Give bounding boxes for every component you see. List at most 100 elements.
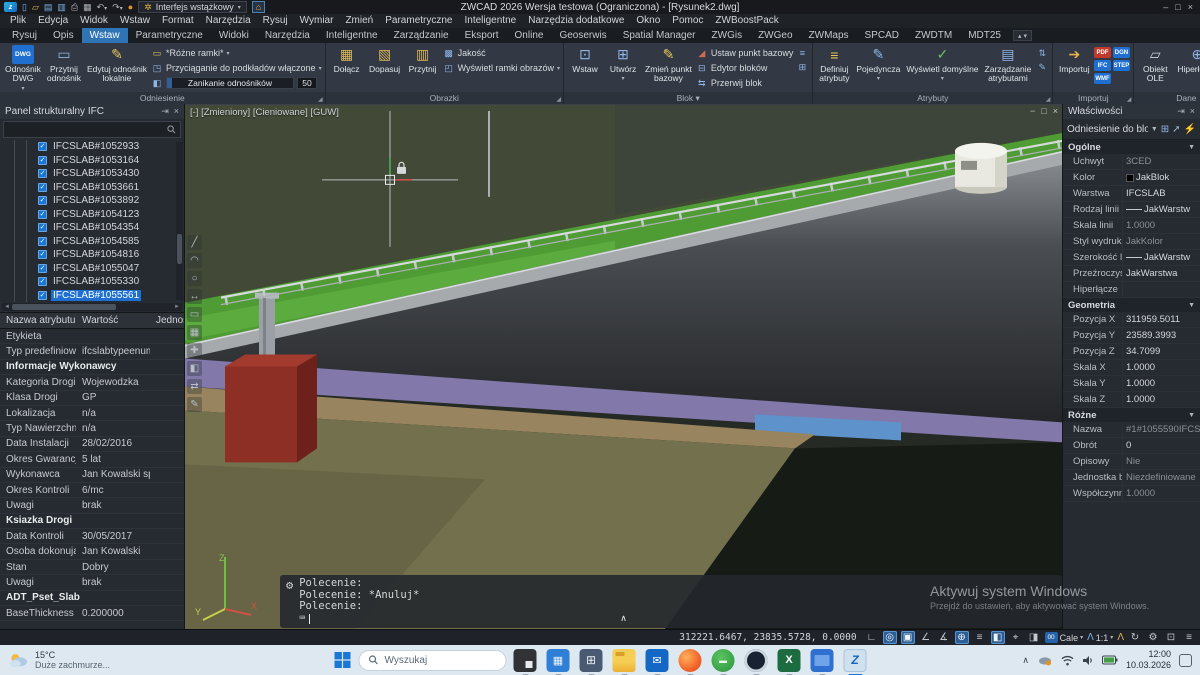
properties-section-og-lne[interactable]: Ogólne▼: [1063, 140, 1200, 154]
property-row-uchwyt[interactable]: Uchwyt3CED: [1063, 154, 1200, 170]
properties-section-r-ne[interactable]: Różne▼: [1063, 408, 1200, 422]
ribbon-row-edytor-blok-w[interactable]: Edytor bloków: [696, 61, 794, 75]
tree-item[interactable]: ✓IFCSLAB#1054585: [38, 235, 184, 249]
swap-tool-icon[interactable]: ⇄: [187, 379, 202, 394]
battery-icon[interactable]: [1102, 655, 1118, 665]
line-tool-icon[interactable]: ╱: [187, 235, 202, 250]
ribbon-button-przytnij[interactable]: Przytnij: [405, 45, 441, 74]
lineweight-toggle[interactable]: ≡: [973, 631, 987, 644]
notification-center-icon[interactable]: [1179, 654, 1192, 667]
ribbon-button-dopasuj[interactable]: Dopasuj: [367, 45, 403, 74]
taskbar-app-green[interactable]: [712, 649, 735, 672]
viewport-restore-icon[interactable]: □: [1041, 106, 1046, 116]
scroll-left-icon[interactable]: ◄: [4, 304, 10, 310]
annotation-scale-selector[interactable]: Λ1:1▾: [1087, 632, 1113, 643]
table-row[interactable]: Data Kontroli30/05/2017: [0, 529, 184, 544]
viewport-close-icon[interactable]: ×: [1053, 106, 1058, 116]
menu-item-okno[interactable]: Okno: [630, 14, 666, 28]
menu-item-wymiar[interactable]: Wymiar: [294, 14, 340, 28]
checkbox-checked-icon[interactable]: ✓: [38, 156, 47, 165]
checkbox-checked-icon[interactable]: ✓: [38, 210, 47, 219]
property-row-kolor[interactable]: KolorJakBlok: [1063, 170, 1200, 186]
table-row[interactable]: Lokalizacjan/a: [0, 406, 184, 421]
ribbon-tab-online[interactable]: Online: [507, 28, 552, 43]
checkbox-checked-icon[interactable]: ✓: [38, 291, 47, 300]
ribbon-button-do-cz[interactable]: Dołącz: [329, 45, 365, 74]
tree-item[interactable]: ✓IFCSLAB#1053661: [38, 181, 184, 195]
ribbon-row-przyci-ganie-do-podk-ad-w-w-czone[interactable]: Przyciąganie do podkładów włączone▾: [151, 61, 322, 75]
ribbon-row-przerwij-blok[interactable]: Przerwij blok: [696, 76, 794, 90]
tree-horizontal-scrollbar[interactable]: ◄ ►: [2, 303, 182, 311]
status-menu-icon[interactable]: ≡: [1182, 631, 1196, 644]
workspace-switch-icon[interactable]: ↻: [1128, 631, 1142, 644]
taskbar-app-outlook[interactable]: [646, 649, 669, 672]
command-line[interactable]: ⚙ Polecenie:Polecenie: *Anuluj*Polecenie…: [280, 575, 1062, 628]
taskbar-app-calc[interactable]: [580, 649, 603, 672]
taskbar-app-clock[interactable]: [745, 649, 768, 672]
gear-icon[interactable]: ⚙: [286, 578, 293, 625]
move-tool-icon[interactable]: ↔: [187, 289, 202, 304]
dialog-launcher-icon[interactable]: ◢: [318, 96, 323, 103]
taskbar-app-mail[interactable]: [811, 649, 834, 672]
taskbar-app-zwcad[interactable]: [844, 649, 867, 672]
select-objects-icon[interactable]: ➚: [1172, 124, 1180, 135]
property-row-wsp-czynni[interactable]: Współczynni...1.0000: [1063, 486, 1200, 502]
property-row-rodzaj-linii[interactable]: Rodzaj liniiJakWarstw: [1063, 202, 1200, 218]
start-button[interactable]: [334, 651, 352, 669]
menu-item-format[interactable]: Format: [156, 14, 200, 28]
fade-slider[interactable]: Zanikanie odnośników: [166, 77, 294, 89]
ribbon-tab-zwgis[interactable]: ZWGis: [704, 28, 751, 43]
ribbon-tab-inteligentne[interactable]: Inteligentne: [318, 28, 386, 43]
menu-item-zwboostpack[interactable]: ZWBoostPack: [709, 14, 784, 28]
ribbon-button-hiper-cze[interactable]: Hiperłącze: [1175, 45, 1200, 74]
ribbon-tab-wstaw[interactable]: Wstaw: [82, 28, 128, 43]
taskbar-app-folder[interactable]: [613, 649, 636, 672]
checkbox-checked-icon[interactable]: ✓: [38, 237, 47, 246]
property-row-skala-x[interactable]: Skala X1.0000: [1063, 360, 1200, 376]
clock[interactable]: 12:00 10.03.2026: [1126, 649, 1171, 671]
ribbon-button-zmie-punkt-bazowy[interactable]: Zmień punkt bazowy: [643, 45, 694, 84]
minimize-icon[interactable]: –: [1163, 2, 1168, 12]
property-row-prze-roczysto[interactable]: PrzeźroczystośćJakWarstwa: [1063, 266, 1200, 282]
property-row-jednostka-bl[interactable]: Jednostka bl...Niezdefiniowane: [1063, 470, 1200, 486]
property-row-warstwa[interactable]: WarstwaIFCSLAB: [1063, 186, 1200, 202]
undo-icon[interactable]: ↶▾: [97, 3, 108, 12]
table-row[interactable]: Etykieta: [0, 329, 184, 344]
select-cursor-toggle[interactable]: ⌖: [1009, 631, 1023, 644]
tree-item[interactable]: ✓IFCSLAB#1055561: [38, 289, 184, 303]
dgn-import-icon[interactable]: DGN: [1113, 47, 1131, 58]
object-type-selector[interactable]: Odniesienie do bloku ▼ ⊞ ➚ ⚡: [1063, 119, 1200, 140]
property-row-obr-t[interactable]: Obrót0: [1063, 438, 1200, 454]
property-row-skala-z[interactable]: Skala Z1.0000: [1063, 392, 1200, 408]
open-file-icon[interactable]: ▱: [32, 3, 39, 12]
checkbox-checked-icon[interactable]: ✓: [38, 183, 47, 192]
menu-item-inteligentne[interactable]: Inteligentne: [459, 14, 523, 28]
toggle-pickadd-icon[interactable]: ⊞: [1161, 124, 1169, 135]
rect-tool-icon[interactable]: ▭: [187, 307, 202, 322]
settings-gear-icon[interactable]: ⚙: [1146, 631, 1160, 644]
menu-item-rysuj[interactable]: Rysuj: [257, 14, 294, 28]
tree-item[interactable]: ✓IFCSLAB#1054354: [38, 221, 184, 235]
ribbon-tab-zwdtm[interactable]: ZWDTM: [907, 28, 960, 43]
table-row[interactable]: Osoba dokonujac...Jan Kowalski: [0, 544, 184, 559]
fade-value[interactable]: 50: [297, 77, 317, 89]
plus-tool-icon[interactable]: ✚: [187, 343, 202, 358]
table-row[interactable]: Uwagibrak: [0, 498, 184, 513]
tree-item[interactable]: ✓IFCSLAB#1054816: [38, 248, 184, 262]
dyn-ucs-toggle[interactable]: ◨: [1027, 631, 1041, 644]
hatch-tool-icon[interactable]: ▦: [187, 325, 202, 340]
tree-item[interactable]: ✓IFCSLAB#1053430: [38, 167, 184, 181]
ribbon-tab-rysuj[interactable]: Rysuj: [4, 28, 45, 43]
ribbon-tab-opis[interactable]: Opis: [45, 28, 82, 43]
ribbon-button-odno-nik-dwg[interactable]: Odnośnik DWG▾: [3, 45, 43, 92]
ribbon-row-r-ne-ramki[interactable]: *Różne ramki*▾: [151, 46, 322, 60]
edit-tool-icon[interactable]: ✎: [187, 397, 202, 412]
ribbon-tab-widoki[interactable]: Widoki: [211, 28, 257, 43]
ribbon-button-przytnij-odno-nik[interactable]: Przytnij odnośnik: [45, 45, 83, 84]
property-row-pozycja-z[interactable]: Pozycja Z34.7099: [1063, 344, 1200, 360]
table-row[interactable]: Kategoria DrogiWojewodzka: [0, 375, 184, 390]
volume-icon[interactable]: [1082, 655, 1094, 666]
taskbar-search-input[interactable]: Wyszukaj: [359, 650, 507, 671]
table-row[interactable]: Typ Nawierzchnin/a: [0, 421, 184, 436]
attr-edit-icon[interactable]: ✎: [1035, 61, 1049, 73]
